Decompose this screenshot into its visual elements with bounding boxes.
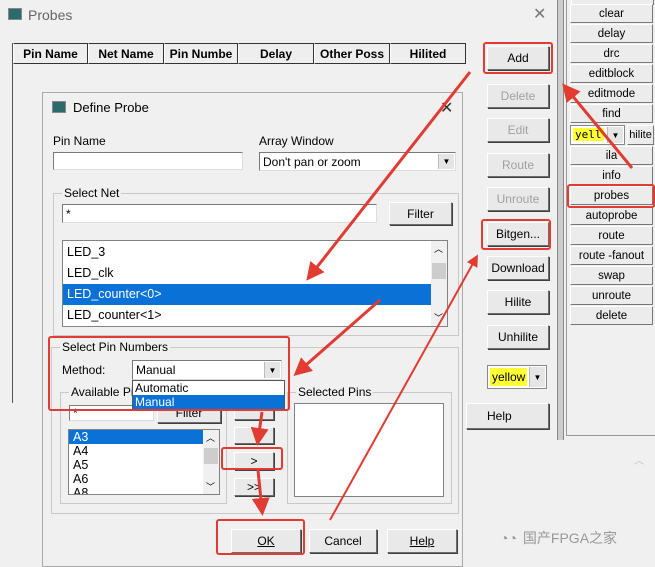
arrow-to-ok (251, 469, 270, 516)
arrow-ok-to-bitgen (329, 254, 478, 521)
arrow-probes-to-add (562, 83, 634, 169)
arrow-to-add-pin (250, 411, 269, 446)
annotation-arrows (250, 71, 634, 521)
arrow-net-to-method (293, 298, 381, 376)
arrow-add-to-net (306, 71, 472, 281)
